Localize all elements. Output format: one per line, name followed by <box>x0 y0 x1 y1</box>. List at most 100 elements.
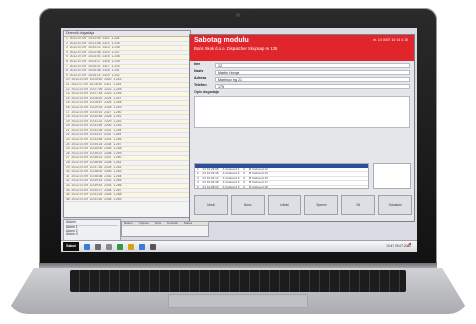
list-cell: 16 <box>66 105 70 109</box>
list-cell: 2315 <box>102 55 110 59</box>
list-cell: 2330 <box>104 124 112 128</box>
list-cell: 2012-07-09 <box>71 128 88 132</box>
list-cell: 10:40:27 <box>89 188 103 192</box>
list-cell: 2012-07-09 <box>69 55 87 59</box>
list-cell: 10:31:22 <box>89 119 103 123</box>
list-cell: 34 <box>66 188 70 192</box>
column-header[interactable]: Korisnik <box>167 222 178 225</box>
list-cell: 2336 <box>104 151 112 155</box>
field-input[interactable]: 12 <box>215 62 410 68</box>
refresh-icon[interactable] <box>117 243 123 250</box>
list-cell: 19 <box>66 119 70 123</box>
grid-rows: 1 01 10:23:05 A Vodovod 10B Vodovod 12 2 01 … <box>195 168 368 190</box>
list-cell: 1.245 <box>113 87 122 91</box>
table-cell: A Vodovod 1 <box>222 168 240 171</box>
list-cell: 1.234 <box>111 37 120 40</box>
table-cell: 5 <box>197 185 199 189</box>
list-cell: 2012-07-09 <box>71 170 88 174</box>
detail-box[interactable] <box>373 163 411 189</box>
mail-icon[interactable] <box>128 243 134 250</box>
list-cell: 2328 <box>104 115 112 119</box>
list-item[interactable]: 36 2012-07-09 10:41:40 2346 1.269 <box>64 198 190 203</box>
list-cell: 2012-07-09 <box>71 78 88 82</box>
list-cell: 2345 <box>104 193 112 197</box>
laptop-photo: Dnevnik dogadaja 1 2012-07-09 10:21:05 2311… <box>0 0 476 324</box>
list-cell: 2321 <box>104 82 112 86</box>
list-cell: 2012-07-09 <box>69 59 87 63</box>
list-cell: 33 <box>66 184 70 187</box>
camera-icon[interactable] <box>150 243 156 250</box>
list-cell: 12 <box>66 87 70 91</box>
list-cell: 10:23:27 <box>88 59 101 63</box>
list-cell: 1.251 <box>113 115 122 119</box>
event-list-window: Dnevnik dogadaja 1 2012-07-09 10:21:05 2311… <box>63 30 191 218</box>
list-cell: 1.260 <box>113 156 122 160</box>
list-cell: 1.249 <box>113 105 122 109</box>
list-cell: 2012-07-09 <box>69 69 87 73</box>
list-cell: 2339 <box>104 165 112 169</box>
list-cell: 10:30:46 <box>89 115 103 119</box>
list-cell: 10:27:09 <box>89 87 103 91</box>
list-cell: 1.255 <box>113 133 122 137</box>
table-cell: B Vodovod 18 <box>249 185 268 189</box>
column-header[interactable]: Opis <box>155 222 161 225</box>
list-cell: 2317 <box>102 64 110 68</box>
form-button[interactable]: Uredi <box>194 195 228 215</box>
field-input[interactable]: Martin Hrvoje <box>215 69 410 75</box>
description-textarea[interactable] <box>194 95 410 128</box>
list-cell: 2344 <box>104 188 112 192</box>
event-list: 1 2012-07-09 10:21:05 2311 1.234 2 2012-07-09 1… <box>64 37 190 203</box>
devices-grid[interactable]: 1 01 10:23:05 A Vodovod 10B Vodovod 12 2 01 … <box>194 163 369 190</box>
list-cell: 18 <box>66 115 70 119</box>
list-cell: 2012-07-09 <box>71 174 88 178</box>
form-field: Ime 12 <box>194 62 410 68</box>
table-cell: 0 <box>243 176 246 180</box>
list-cell: 26 <box>66 151 70 155</box>
settings-icon[interactable] <box>106 243 112 250</box>
field-input[interactable]: Martinov trg 21 <box>215 76 410 82</box>
list-cell: 11 <box>66 82 70 86</box>
list-cell: 2012-07-09 <box>71 197 88 201</box>
table-cell: A Vodovod 5 <box>222 185 240 189</box>
printer-icon[interactable] <box>95 243 101 250</box>
column-header[interactable]: Datum <box>124 222 133 225</box>
list-cell: 2323 <box>104 92 112 96</box>
list-cell: 2012-07-09 <box>71 96 88 100</box>
form-button[interactable]: Odustani <box>378 195 412 215</box>
list-cell: 10:22:12 <box>88 46 101 50</box>
list-cell: 1.263 <box>113 170 122 174</box>
list-cell: 2335 <box>104 147 112 151</box>
list-cell: 2012-07-09 <box>71 147 88 151</box>
list-cell: 10:37:26 <box>89 165 103 169</box>
list-cell: 2012-07-09 <box>71 115 88 119</box>
sabotag-form-window: Sabotag modulu Boris Skok d.o.o. Dispatc… <box>189 34 415 222</box>
help-icon[interactable] <box>139 243 145 250</box>
folder-icon[interactable] <box>84 243 90 250</box>
list-cell: 10:30:10 <box>89 110 103 114</box>
form-button[interactable]: Spremi <box>304 195 339 215</box>
field-input[interactable]: 175 <box>215 83 410 89</box>
list-cell: 24 <box>66 142 70 146</box>
list-cell: 1.265 <box>113 179 122 183</box>
list-cell: 1.247 <box>113 96 122 100</box>
list-cell: 1.256 <box>113 138 122 142</box>
history-table[interactable]: Datum Vrijeme Opis Korisnik Status <box>121 221 209 237</box>
list-cell: 2012-07-09 <box>71 188 88 192</box>
list-cell: 1.240 <box>111 64 120 68</box>
list-cell: 31 <box>66 174 70 178</box>
table-row[interactable]: 5 01 10:28:03 A Vodovod 50B Vodovod 18 <box>195 186 368 190</box>
list-cell: 2312 <box>102 41 110 45</box>
list-cell: 1 <box>66 37 68 40</box>
app-logo[interactable]: Sabot <box>63 242 79 251</box>
column-header[interactable]: Vrijeme <box>139 222 149 225</box>
form-button[interactable]: Novo <box>230 195 265 215</box>
form-button[interactable]: Izbrisi <box>267 195 302 215</box>
list-cell: 2012-07-09 <box>71 82 88 86</box>
column-header[interactable]: Status <box>184 222 193 225</box>
alarm-item[interactable]: Alarm 3 <box>66 233 118 237</box>
list-cell: 1.266 <box>113 184 122 187</box>
form-button[interactable]: Ok <box>341 195 376 215</box>
list-cell: 2012-07-09 <box>71 179 88 183</box>
alert-icon[interactable]: ↗ <box>406 242 413 249</box>
list-cell: 1.252 <box>113 119 122 123</box>
